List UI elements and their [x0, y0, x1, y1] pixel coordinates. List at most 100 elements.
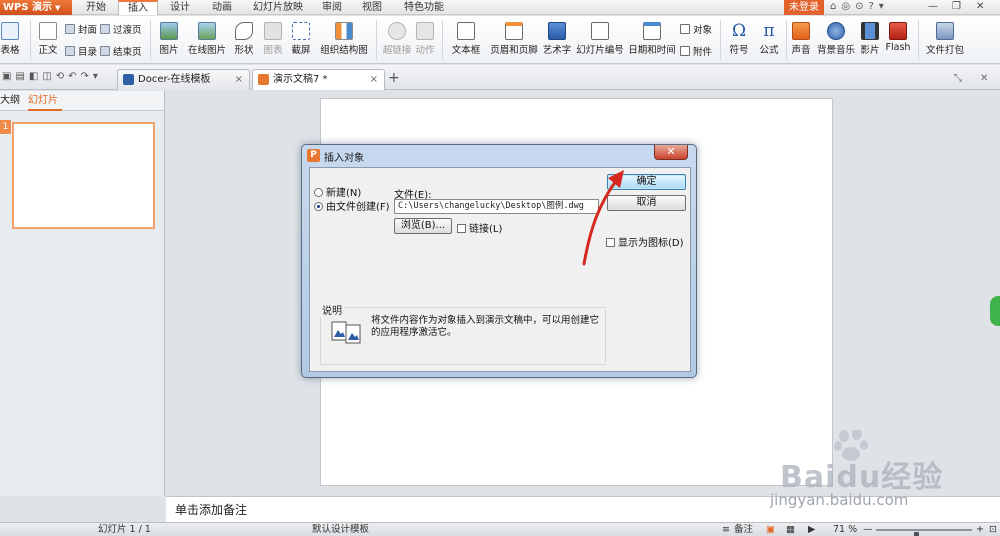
pin-icon[interactable]: ⤡	[954, 73, 962, 84]
tab-insert[interactable]: 插入	[118, 0, 158, 15]
symbol-button[interactable]: Ω 符号	[724, 22, 754, 56]
body-text-button[interactable]: 正文	[36, 22, 60, 56]
tab-outline[interactable]: 大纲	[0, 91, 22, 111]
chart-button[interactable]: 图表	[262, 22, 284, 56]
tab-design[interactable]: 设计	[163, 0, 197, 15]
formula-button[interactable]: π 公式	[756, 22, 782, 56]
table-label: 表格	[0, 45, 20, 56]
radio-create-new[interactable]: 新建(N)	[314, 184, 361, 199]
object-icon	[680, 24, 690, 34]
template-name[interactable]: 默认设计模板	[312, 523, 369, 536]
floating-side-button[interactable]	[990, 296, 1000, 326]
tab-animation[interactable]: 动画	[205, 0, 239, 15]
header-footer-button[interactable]: 页眉和页脚	[490, 22, 538, 56]
description-group: 将文件内容作为对象插入到演示文稿中，可以用创建它的应用程序激活它。	[320, 307, 606, 365]
org-chart-button[interactable]: 组织结构图	[320, 22, 368, 56]
file-package-label: 文件打包	[925, 45, 964, 56]
sound-button[interactable]: 声音	[790, 22, 812, 56]
picture-icon	[160, 22, 178, 40]
slide-number-button[interactable]: 幻灯片编号	[576, 22, 624, 56]
slide-thumbnail[interactable]	[12, 122, 155, 229]
radio-button[interactable]	[314, 188, 323, 197]
divider	[442, 20, 443, 60]
zoom-in-icon[interactable]: +	[976, 523, 984, 536]
checkbox[interactable]	[457, 224, 466, 233]
login-button[interactable]: 未登录	[784, 0, 824, 15]
header-footer-icon	[505, 22, 523, 40]
app-menu-label: WPS 演示	[3, 2, 53, 13]
close-icon[interactable]: ✕	[976, 1, 984, 12]
slideshow-view-icon[interactable]: ▶	[808, 523, 815, 536]
zoom-slider-thumb[interactable]	[914, 532, 920, 536]
attachment-button[interactable]: 附件	[680, 44, 712, 58]
online-picture-icon	[198, 22, 216, 40]
radio-create-from-file[interactable]: 由文件创建(F)	[314, 198, 390, 213]
picture-button[interactable]: 图片	[155, 22, 183, 56]
fit-window-icon[interactable]: ⊡	[989, 523, 997, 536]
org-chart-label: 组织结构图	[320, 45, 368, 56]
file-package-button[interactable]: 文件打包	[922, 22, 968, 56]
catalog-icon	[65, 46, 75, 56]
wordart-button[interactable]: 艺术字	[542, 22, 572, 56]
notes-toggle[interactable]: 备注	[734, 523, 753, 536]
datetime-label: 日期和时间	[628, 45, 676, 56]
quick-access-toolbar[interactable]: ▣▤◧◫⟲↶↷▾	[2, 71, 102, 82]
doc-tab-docer[interactable]: Docer-在线模板 ×	[117, 69, 250, 90]
notes-toggle-icon[interactable]: ≡	[722, 523, 730, 536]
maximize-icon[interactable]: ❐	[952, 1, 961, 12]
textbox-button[interactable]: 文本框	[448, 22, 484, 56]
textbox-icon	[457, 22, 475, 40]
new-tab-icon[interactable]: +	[388, 71, 400, 85]
slide-number-badge: 1	[0, 120, 11, 134]
online-picture-button[interactable]: 在线图片	[187, 22, 227, 56]
datetime-button[interactable]: 日期和时间	[628, 22, 676, 56]
dialog-close-icon[interactable]: ✕	[654, 145, 688, 160]
object-button[interactable]: 对象	[680, 22, 712, 36]
tab-review[interactable]: 审阅	[315, 0, 349, 15]
globe-icon	[388, 22, 406, 40]
doc-tab-label: 演示文稿7 *	[273, 74, 328, 85]
docer-icon	[123, 74, 134, 85]
table-icon	[1, 22, 19, 40]
zoom-level[interactable]: 71 %	[833, 523, 857, 536]
shapes-icon	[235, 22, 253, 40]
watermark-url: jingyan.baidu.com	[770, 491, 909, 509]
zoom-out-icon[interactable]: —	[863, 523, 873, 536]
zoom-slider[interactable]	[876, 529, 972, 536]
slide-panel: 大纲 幻灯片 1	[0, 91, 165, 496]
sorter-view-icon[interactable]: ▦	[786, 523, 795, 536]
minimize-icon[interactable]: —	[928, 1, 938, 12]
flash-button[interactable]: Flash	[884, 22, 912, 53]
shapes-button[interactable]: 形状	[230, 22, 258, 56]
end-page-button[interactable]: 结束页	[100, 44, 142, 58]
normal-view-icon[interactable]: ▣	[766, 523, 775, 536]
close-tab-icon[interactable]: ×	[235, 70, 243, 89]
radio-button-selected[interactable]	[314, 202, 323, 211]
catalog-button[interactable]: 目录	[65, 44, 97, 58]
description-title: 说明	[320, 302, 344, 317]
movie-button[interactable]: 影片	[858, 22, 882, 56]
app-menu-button[interactable]: WPS 演示 ▼	[0, 0, 72, 15]
end-page-icon	[100, 46, 110, 56]
screenshot-button[interactable]: 截屏	[288, 22, 314, 56]
tab-slideshow[interactable]: 幻灯片放映	[250, 0, 306, 15]
browse-button[interactable]: 浏览(B)...	[394, 218, 452, 234]
cover-button[interactable]: 封面	[65, 22, 97, 36]
close-tab-icon[interactable]: ×	[370, 70, 378, 89]
background-music-button[interactable]: 背景音乐	[816, 22, 856, 56]
flash-label: Flash	[885, 42, 911, 53]
attachment-label: 附件	[693, 47, 713, 58]
slide-number-icon	[591, 22, 609, 40]
tab-features[interactable]: 特色功能	[400, 0, 448, 15]
title-toolbar-icons[interactable]: ⌂◎⊙?▾	[830, 1, 889, 12]
hyperlink-button[interactable]: 超链接	[382, 22, 412, 56]
tab-home[interactable]: 开始	[79, 0, 113, 15]
link-checkbox[interactable]: 链接(L)	[457, 220, 502, 235]
close-document-icon[interactable]: ✕	[980, 73, 988, 84]
tab-slides[interactable]: 幻灯片	[28, 91, 62, 111]
doc-tab-presentation[interactable]: 演示文稿7 * ×	[252, 69, 385, 90]
table-button[interactable]: 表格	[0, 22, 20, 56]
action-button[interactable]: 动作	[414, 22, 436, 56]
tab-view[interactable]: 视图	[355, 0, 389, 15]
transition-page-button[interactable]: 过渡页	[100, 22, 142, 36]
